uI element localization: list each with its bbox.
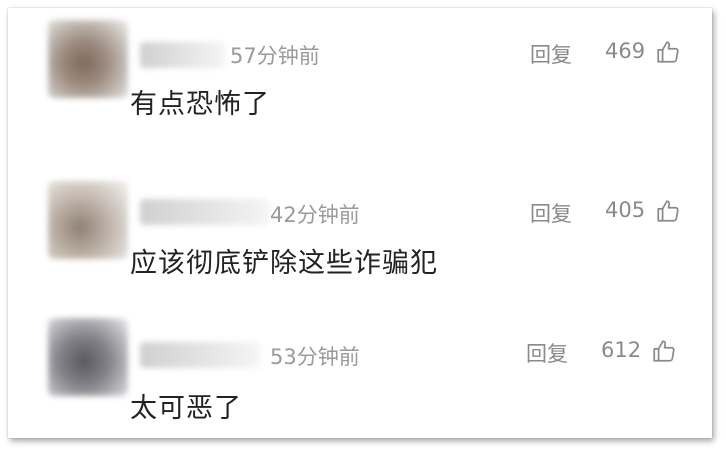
like-count: 405 — [605, 198, 646, 222]
comment-text: 有点恐怖了 — [130, 89, 270, 120]
like-count: 612 — [601, 338, 642, 362]
thumbs-up-icon[interactable] — [651, 338, 677, 364]
comment-item: 42分钟前 回复 405 应该彻底铲除这些诈骗犯 — [8, 163, 712, 303]
thumbs-up-icon[interactable] — [655, 198, 681, 224]
avatar[interactable] — [48, 20, 128, 98]
like-count: 469 — [605, 39, 646, 63]
username-blurred[interactable] — [140, 42, 225, 68]
username-blurred[interactable] — [140, 342, 260, 368]
comment-time: 42分钟前 — [270, 203, 360, 227]
comment-time: 53分钟前 — [270, 345, 360, 369]
thumbs-up-icon[interactable] — [655, 39, 681, 65]
reply-button[interactable]: 回复 — [530, 39, 572, 69]
comment-time: 57分钟前 — [230, 44, 320, 68]
comment-text: 太可恶了 — [130, 393, 242, 424]
comment-item: 53分钟前 回复 612 太可恶了 — [8, 308, 712, 438]
comment-text: 应该彻底铲除这些诈骗犯 — [130, 248, 438, 279]
avatar[interactable] — [48, 181, 128, 259]
reply-button[interactable]: 回复 — [530, 198, 572, 228]
comment-item: 57分钟前 回复 469 有点恐怖了 — [8, 8, 712, 148]
username-blurred[interactable] — [140, 199, 270, 225]
reply-button[interactable]: 回复 — [526, 338, 568, 368]
comment-list: 57分钟前 回复 469 有点恐怖了 42分钟前 回复 405 应该彻底铲除这些… — [8, 8, 712, 438]
avatar[interactable] — [48, 318, 128, 396]
